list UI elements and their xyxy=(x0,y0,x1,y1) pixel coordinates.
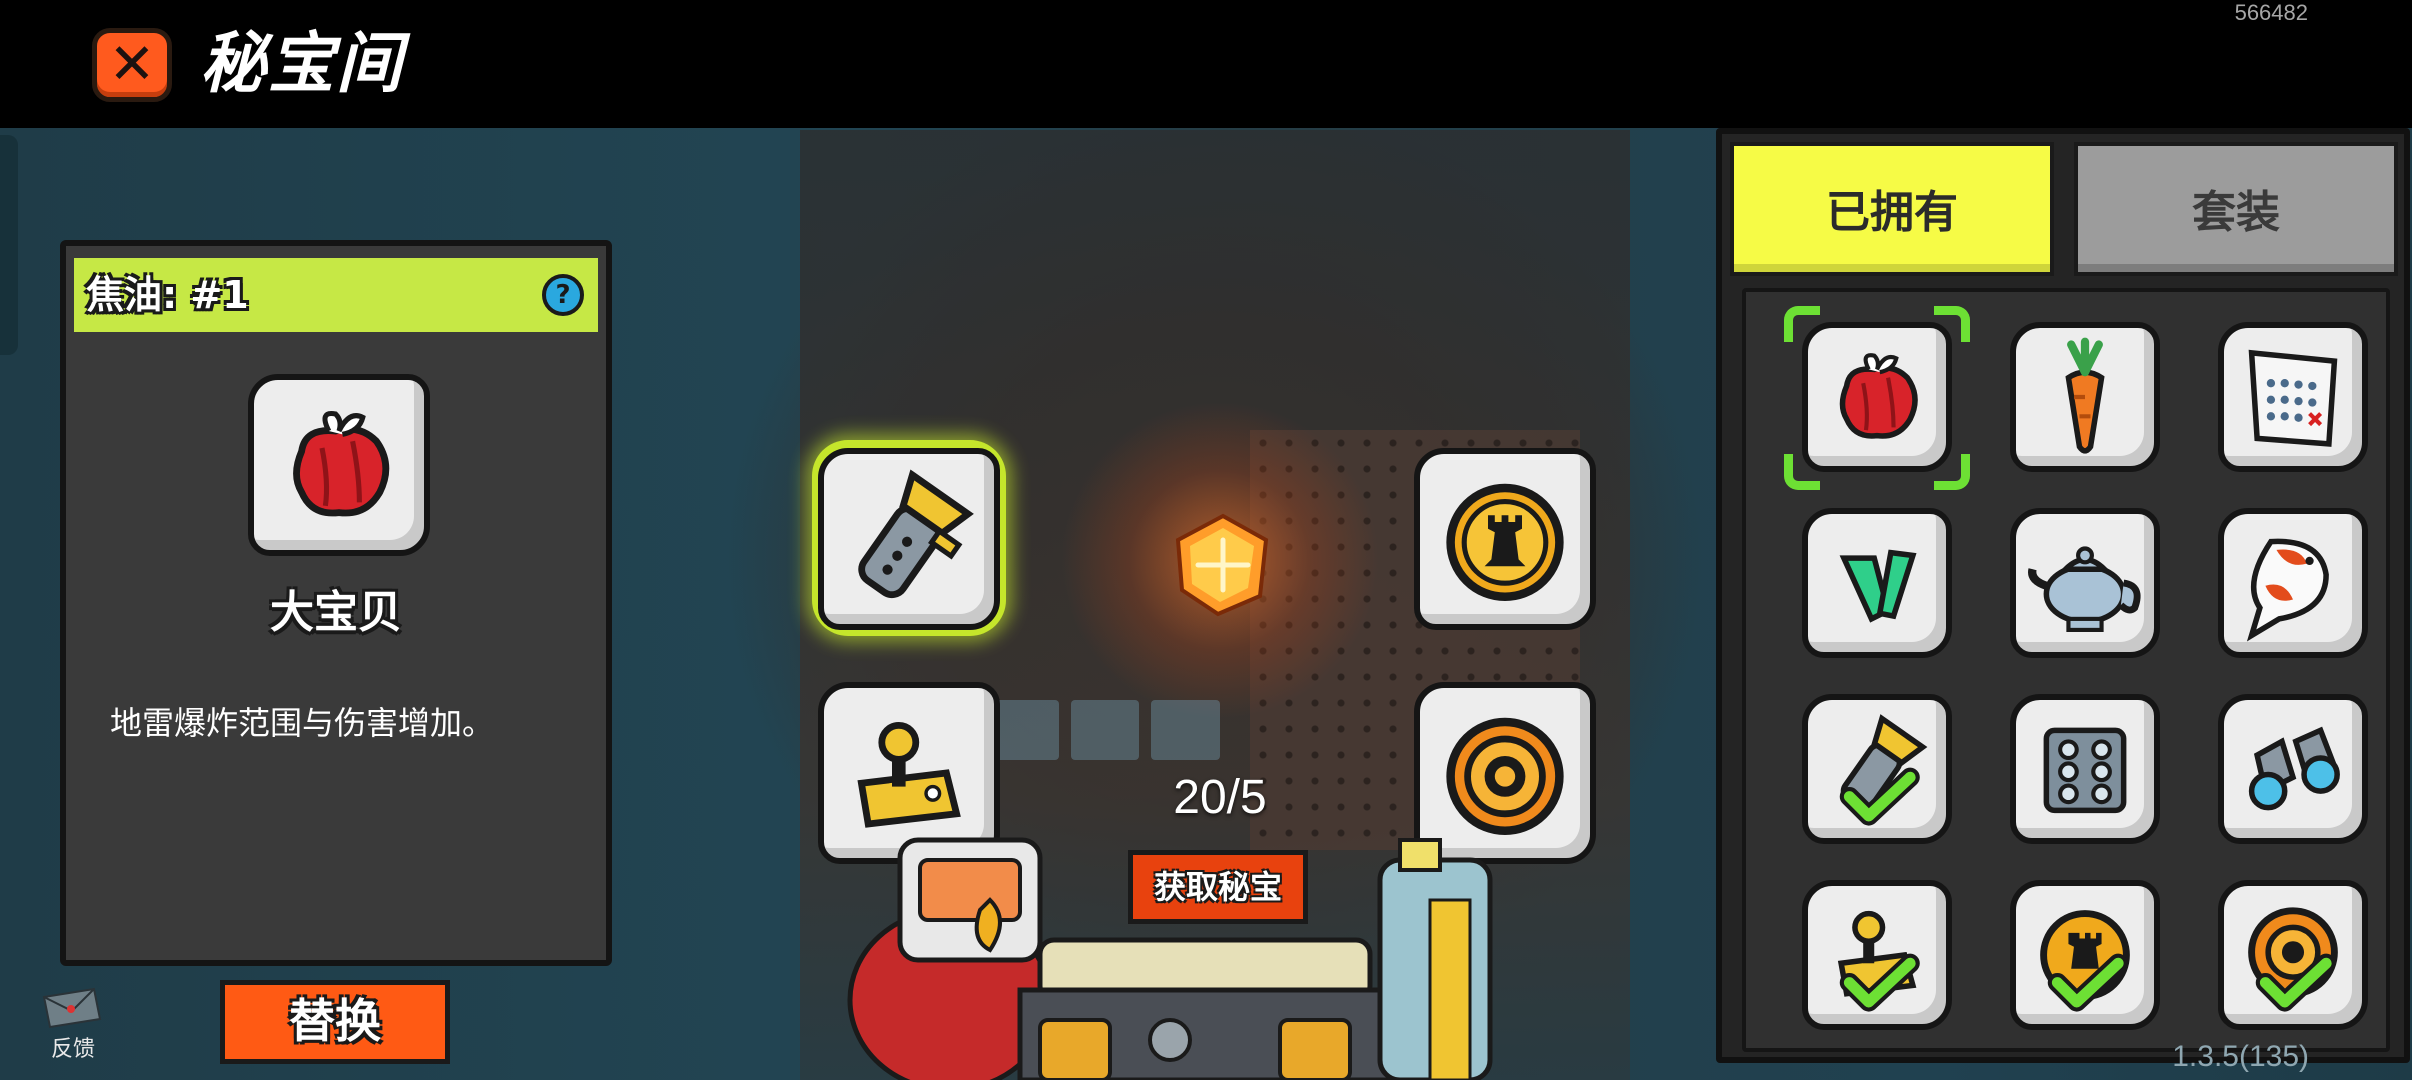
feedback-button[interactable]: 反馈 xyxy=(34,985,112,1062)
envelope-icon xyxy=(42,987,102,1029)
inventory-item[interactable] xyxy=(2010,880,2160,1030)
selection-corner xyxy=(1784,454,1820,490)
inventory-item[interactable] xyxy=(2218,694,2368,844)
tab-set[interactable]: 套装 xyxy=(2074,142,2398,276)
koi-fish-icon xyxy=(2246,538,2329,642)
chess-rook-badge-icon xyxy=(2040,910,2130,1012)
selected-item-description: 地雷爆炸范围与伤害增加。 xyxy=(110,704,495,742)
robot-machine-illustration xyxy=(847,837,1493,1080)
carrot-icon xyxy=(2065,337,2105,454)
glowing-orange-gem-icon xyxy=(1175,513,1269,617)
inventory-item[interactable] xyxy=(1802,322,1952,472)
inventory-item[interactable] xyxy=(2010,694,2160,844)
inventory-item[interactable] xyxy=(1802,508,1952,658)
page-title: 秘宝间 xyxy=(200,25,404,102)
inventory-item[interactable] xyxy=(2010,322,2160,472)
version-label: 1.3.5(135) xyxy=(2172,1040,2309,1073)
green-arrows-icon xyxy=(1839,549,1917,623)
close-button[interactable]: ✕ xyxy=(92,28,172,102)
side-drawer-handle[interactable] xyxy=(0,135,18,355)
top-bar: ✕ 秘宝间 566482 xyxy=(0,0,2412,128)
joystick-icon xyxy=(1837,910,1920,1012)
info-card-header-label: 焦油: #1 xyxy=(86,273,249,317)
orange-ring-icon xyxy=(2248,907,2338,1012)
selected-item-icon-tile xyxy=(248,374,430,556)
close-x-icon: ✕ xyxy=(108,32,156,97)
chess-rook-badge-icon xyxy=(1446,483,1564,602)
treasure-slot-2[interactable] xyxy=(1414,448,1596,630)
flashlight-icon xyxy=(858,469,974,599)
feedback-label: 反馈 xyxy=(50,1037,95,1062)
replace-button[interactable]: 替换 xyxy=(220,980,450,1064)
treasure-info-card: 焦油: #1 ? 大宝贝 地雷爆炸范围与伤害增加。 xyxy=(60,240,612,966)
six-dot-plate-icon xyxy=(2043,727,2127,814)
inventory-panel: 已拥有 套装 xyxy=(1716,128,2410,1063)
inventory-item[interactable] xyxy=(2218,880,2368,1030)
inventory-grid xyxy=(1742,288,2390,1052)
selection-corner xyxy=(1934,454,1970,490)
user-id: 566482 xyxy=(2234,0,2308,25)
inventory-item[interactable] xyxy=(1802,880,1952,1030)
treasure-slot-1[interactable] xyxy=(818,448,1000,630)
background-windows xyxy=(990,700,1221,760)
flashlight-icon xyxy=(1839,714,1928,826)
inventory-item[interactable] xyxy=(2218,508,2368,658)
selected-item-name: 大宝贝 xyxy=(270,587,402,638)
red-pepper-gift-icon xyxy=(1839,353,1918,439)
selection-corner xyxy=(1784,306,1820,342)
info-card-header: 焦油: #1 ? xyxy=(74,258,598,332)
red-pepper-gift-icon xyxy=(293,410,390,517)
binoculars-icon xyxy=(2248,726,2340,811)
selection-corner xyxy=(1934,306,1970,342)
inventory-item[interactable] xyxy=(2218,322,2368,472)
teapot-icon xyxy=(2028,546,2141,632)
tab-owned[interactable]: 已拥有 xyxy=(1730,142,2054,276)
question-icon[interactable]: ? xyxy=(542,274,584,316)
inventory-item[interactable] xyxy=(1802,694,1952,844)
dotted-paper-icon xyxy=(2248,349,2338,447)
inventory-item[interactable] xyxy=(2010,508,2160,658)
